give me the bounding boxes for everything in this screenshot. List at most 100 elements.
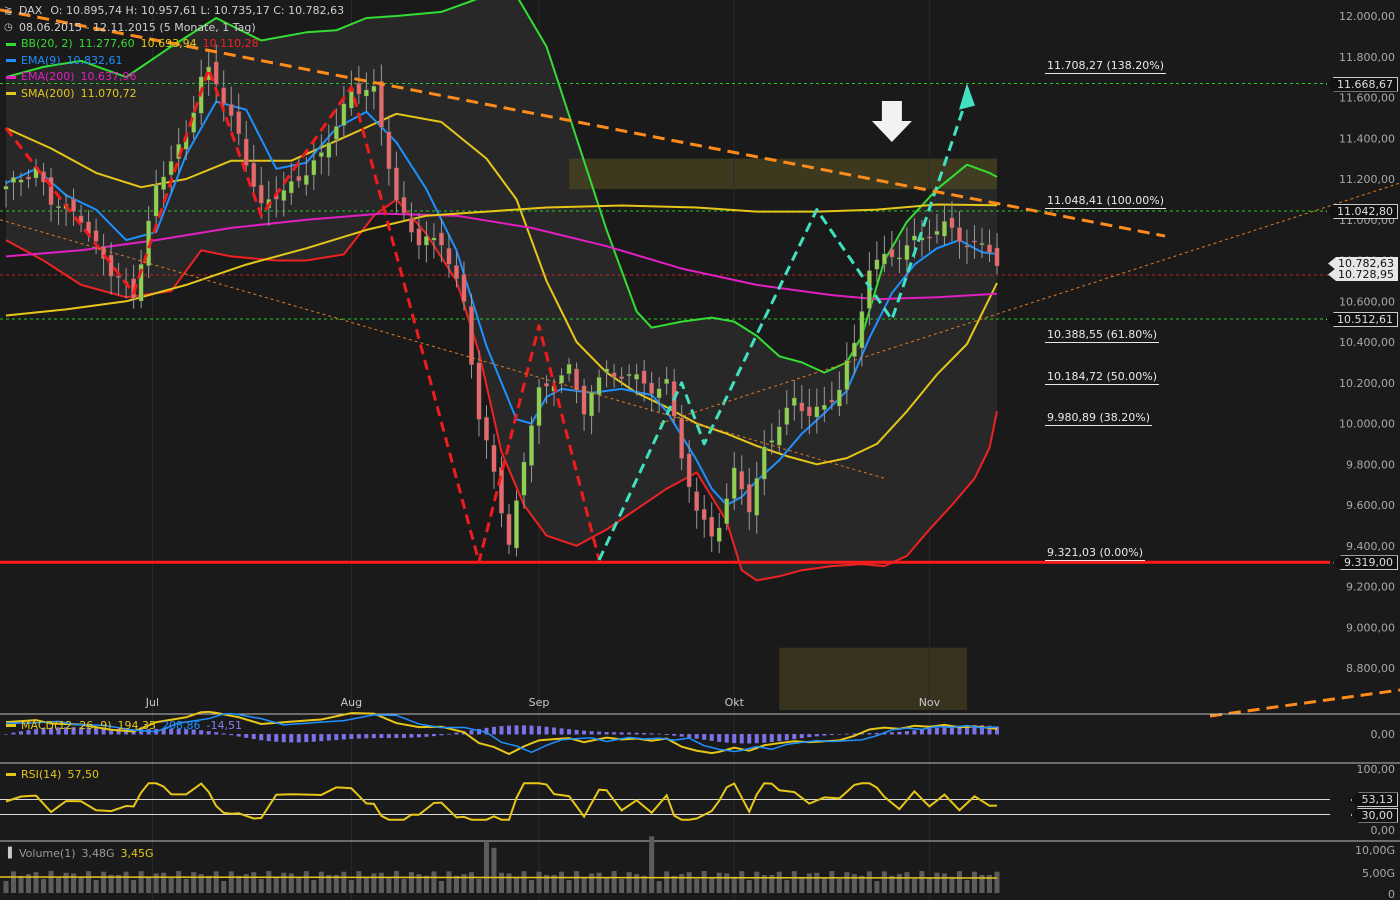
candle-down	[251, 162, 257, 187]
macd-histogram-bar	[491, 726, 496, 735]
volume-bar	[934, 872, 940, 893]
macd-histogram-bar	[912, 730, 917, 735]
volume-bar	[348, 879, 354, 893]
candle-down	[228, 104, 234, 116]
candle-down	[108, 254, 114, 277]
candle-up	[731, 467, 737, 500]
y-tick-label: 11.200,00	[1339, 173, 1395, 186]
volume-bar	[11, 871, 17, 893]
y-tick-label: 10.400,00	[1339, 336, 1395, 349]
macd-histogram-bar	[822, 734, 827, 736]
pane-indicator-value: -14,51	[206, 719, 243, 732]
volume-bar	[378, 872, 384, 893]
macd-histogram-bar	[874, 732, 879, 735]
pane-indicator-value: 3,45G	[120, 847, 154, 860]
macd-histogram-bar	[356, 734, 361, 739]
macd-histogram-bar	[296, 734, 301, 743]
candle-up	[874, 259, 880, 270]
candle-up	[3, 186, 9, 190]
volume-bar	[446, 871, 452, 893]
candle-up	[904, 245, 910, 261]
candle-down	[927, 236, 932, 239]
candle-up	[836, 389, 842, 407]
volume-bar	[656, 880, 662, 893]
macd-histogram-bar	[769, 734, 774, 743]
candle-down	[694, 491, 700, 511]
macd-histogram-bar	[694, 734, 699, 739]
candle-up	[333, 126, 339, 140]
volume-bar	[3, 881, 9, 893]
candle-down	[806, 406, 812, 417]
volume-bar	[641, 875, 647, 893]
candle-up	[604, 368, 610, 373]
candle-up	[844, 360, 850, 390]
fibonacci-level-label: 11.048,41 (100.00%)	[1045, 193, 1167, 209]
pane-indicator-value: 194,35	[117, 719, 157, 732]
macd-histogram-bar	[687, 734, 692, 738]
macd-histogram-bar	[446, 733, 451, 735]
volume-legend: ▐ Volume(1) 3,48G 3,45G	[4, 847, 160, 860]
macd-histogram-bar	[807, 734, 812, 738]
candle-up	[626, 374, 632, 376]
macd-histogram-bar	[784, 734, 789, 741]
macd-histogram-bar	[341, 734, 346, 740]
candle-up	[311, 160, 317, 176]
candle-down	[236, 111, 242, 135]
macd-histogram-bar	[717, 734, 722, 742]
volume-bar	[251, 872, 257, 893]
volume-bar	[483, 841, 489, 893]
volume-bar	[206, 875, 212, 893]
candle-down	[544, 383, 549, 387]
macd-histogram-bar	[604, 731, 609, 735]
volume-bar	[739, 871, 745, 893]
candle-down	[889, 248, 895, 258]
candle-up	[566, 364, 572, 375]
volume-bar	[776, 871, 782, 893]
pane-indicator-value: 57,50	[67, 768, 99, 781]
macd-histogram-bar	[799, 734, 804, 739]
candle-down	[641, 370, 647, 384]
volume-bar	[93, 879, 99, 893]
volume-bar	[296, 876, 302, 893]
candle-up	[724, 498, 730, 525]
y-tick-label: 8.800,00	[1346, 662, 1395, 675]
volume-bar	[131, 879, 137, 893]
candle-down	[296, 176, 302, 182]
rsi-axis-label: 100,00	[1357, 763, 1396, 776]
volume-bar	[491, 847, 497, 893]
macd-histogram-bar	[934, 727, 939, 735]
y-tick-label: 10.600,00	[1339, 295, 1395, 308]
volume-bar	[559, 871, 565, 893]
macd-histogram-bar	[777, 734, 782, 742]
candle-up	[754, 478, 760, 516]
pane-indicator-label: RSI(14)	[21, 768, 62, 781]
volume-axis-label: 0	[1388, 888, 1395, 900]
y-tick-label: 9.200,00	[1346, 581, 1395, 594]
macd-histogram-bar	[897, 731, 902, 735]
pane-indicator-label: MACD(12, 26, 9)	[21, 719, 112, 732]
macd-histogram-bar	[416, 734, 421, 738]
volume-bar	[686, 872, 692, 893]
candle-up	[18, 179, 24, 183]
macd-histogram-bar	[401, 734, 406, 738]
y-tick-label: 11.400,00	[1339, 132, 1395, 145]
candle-up	[514, 500, 519, 549]
volume-bar	[438, 880, 444, 893]
candle-up	[979, 243, 985, 246]
macd-histogram-bar	[664, 734, 669, 735]
candle-up	[821, 404, 827, 410]
candle-down	[829, 399, 835, 403]
volume-bar	[236, 875, 242, 893]
volume-bar	[514, 876, 520, 893]
macd-axis-label: 0,00	[1371, 728, 1396, 741]
dax-chart: Jul Aug Sep Okt Nov 12.000,00 11.800,00 11.600,…	[0, 0, 1400, 900]
volume-bar	[41, 878, 47, 893]
volume-bar	[784, 879, 790, 893]
candle-down	[506, 513, 512, 546]
candle-down	[356, 83, 362, 95]
candle-up	[814, 406, 820, 418]
candle-up	[153, 184, 159, 217]
candle-down	[686, 453, 692, 488]
candle-down	[701, 509, 707, 520]
candle-up	[326, 142, 332, 158]
